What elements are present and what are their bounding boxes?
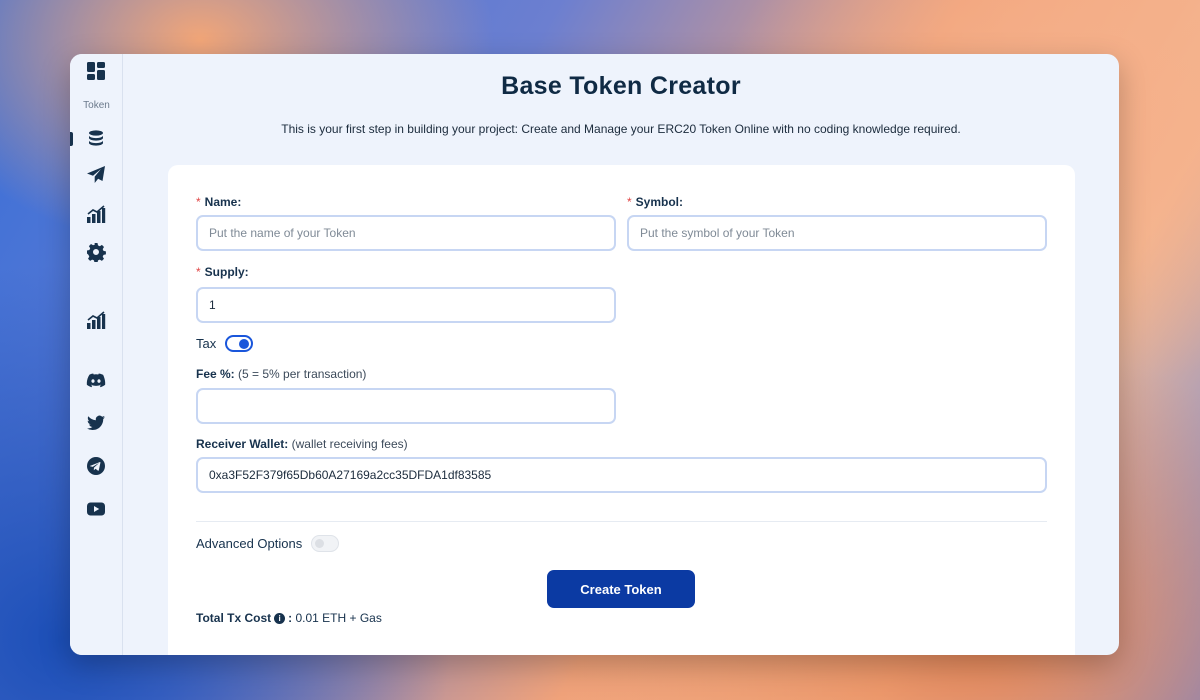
symbol-label: * Symbol: <box>627 195 684 209</box>
required-mark: * <box>196 195 201 209</box>
name-input[interactable] <box>196 215 616 251</box>
page-title: Base Token Creator <box>501 72 741 100</box>
name-label: * Name: <box>196 195 242 209</box>
total-cost-label: Total Tx Cost <box>196 611 272 625</box>
total-cost-value: 0.01 ETH + Gas <box>295 611 382 625</box>
supply-label: * Supply: <box>196 265 249 279</box>
total-cost: Total Tx Cost i : 0.01 ETH + Gas <box>196 611 382 625</box>
tax-toggle-row: Tax <box>196 335 254 352</box>
receiver-wallet-hint: (wallet receiving fees) <box>291 437 408 451</box>
tax-toggle[interactable] <box>225 335 254 352</box>
fee-input[interactable] <box>196 388 616 424</box>
toggle-knob <box>315 539 325 548</box>
supply-input[interactable] <box>196 287 616 323</box>
gear-icon[interactable] <box>85 241 107 263</box>
discord-icon[interactable] <box>85 370 107 392</box>
info-icon[interactable]: i <box>274 612 286 624</box>
required-mark: * <box>196 265 201 279</box>
active-indicator <box>70 132 73 146</box>
tax-label: Tax <box>196 336 217 351</box>
token-form-card: *Name: *Symbol: *Supply: Tax Fee %: (5 =… <box>168 165 1075 655</box>
fee-label: Fee %: (5 = 5% per transaction) <box>196 367 367 381</box>
send-icon[interactable] <box>85 164 107 186</box>
symbol-input[interactable] <box>627 215 1047 251</box>
receiver-wallet-label: Receiver Wallet: (wallet receiving fees) <box>196 437 408 451</box>
telegram-icon[interactable] <box>85 455 107 477</box>
toggle-knob <box>239 339 250 349</box>
main-content: Base Token Creator This is your first st… <box>123 54 1119 655</box>
coins-icon[interactable] <box>85 128 107 150</box>
chart-icon[interactable] <box>85 203 107 225</box>
youtube-icon[interactable] <box>85 498 107 520</box>
create-token-button[interactable]: Create Token <box>547 570 695 608</box>
twitter-icon[interactable] <box>85 412 107 434</box>
advanced-options-toggle[interactable] <box>311 535 340 552</box>
sidebar-section-label: Token <box>83 100 110 111</box>
advanced-options-row: Advanced Options <box>196 535 340 552</box>
chart-icon[interactable] <box>85 309 107 331</box>
sidebar: Token <box>70 54 123 655</box>
app-window: Token Base Token Creator This is your fi… <box>70 54 1119 655</box>
fee-hint: (5 = 5% per transaction) <box>238 367 367 381</box>
page-subtitle: This is your first step in building your… <box>281 122 961 136</box>
dashboard-icon[interactable] <box>85 60 107 82</box>
advanced-options-label: Advanced Options <box>196 536 303 551</box>
required-mark: * <box>627 195 632 209</box>
divider <box>196 521 1047 522</box>
total-cost-separator: : <box>288 611 293 625</box>
receiver-wallet-input[interactable] <box>196 457 1047 493</box>
